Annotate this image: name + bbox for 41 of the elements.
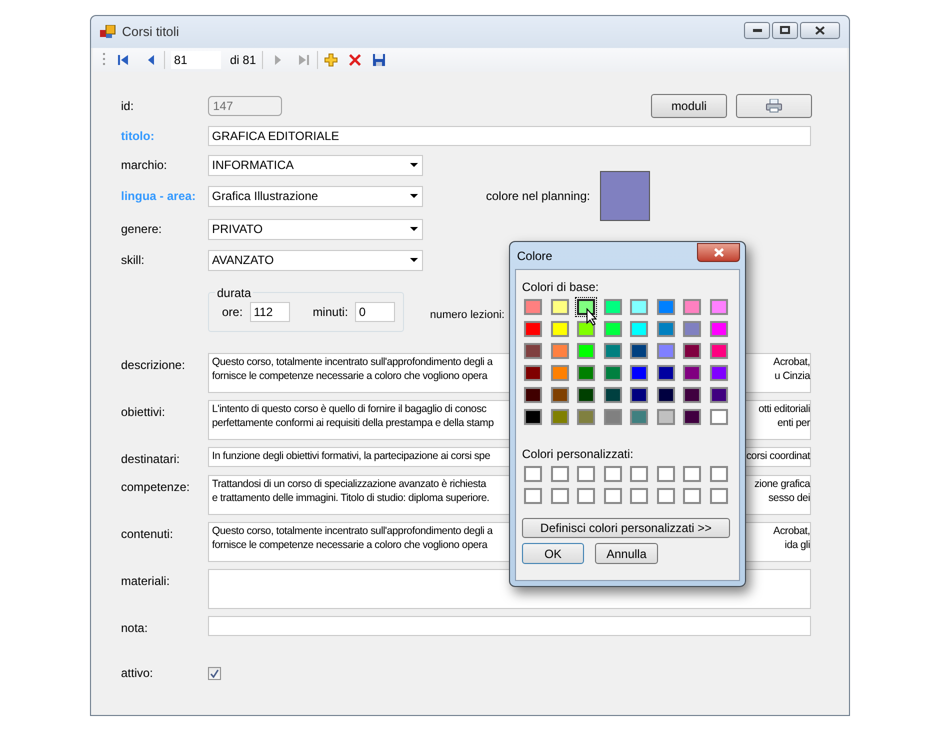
field-label: obiettivi: — [121, 404, 166, 421]
record-count: di 81 — [230, 52, 256, 69]
text-line: Trattandosi di un corso di specializzazione avanzato è richiesta — [212, 477, 486, 491]
field-label: colore nel planning: — [486, 188, 590, 204]
text-line: Acrobat, — [773, 524, 810, 538]
field-label: lingua - area: — [121, 188, 197, 205]
text-line: corsi coordinat — [746, 449, 810, 463]
text-line: Questo corso, totalmente incentrato sull'approfondimento degli a — [212, 524, 492, 538]
text-line: ida gli — [784, 538, 810, 552]
field-label: descrizione: — [121, 357, 186, 374]
field-label: nota: — [121, 620, 149, 637]
text-line: Questo corso, totalmente incentrato sull'approfondimento degli a — [212, 355, 492, 369]
field-label: skill: — [121, 252, 146, 269]
field-label: competenze: — [121, 479, 191, 496]
field-label: materiali: — [121, 573, 171, 590]
text-line: e trattamento delle immagini. Titolo di studio: diploma superiore. — [212, 491, 490, 505]
field-label: ore: — [222, 304, 243, 321]
field-label: numero lezioni: — [430, 308, 505, 323]
field-label: genere: — [121, 221, 163, 238]
window-title: Corsi titoli — [122, 23, 180, 42]
field-label: minuti: — [312, 304, 348, 321]
text-line: zione grafica — [754, 477, 810, 491]
text-line: fornisce le competenze necessarie a coloro che vogliono opera — [212, 369, 488, 383]
text-line: fornisce le competenze necessarie a coloro che vogliono opera — [212, 538, 488, 552]
text-line: perfettamente conformi ai requisiti della prestampa e della stamp — [212, 416, 494, 430]
field-label: contenuti: — [121, 526, 174, 543]
text-line: u Cinzia — [774, 369, 810, 383]
field-label: titolo: — [121, 128, 156, 145]
section-label: Colori di base: — [522, 280, 599, 294]
text-line: sesso dei — [768, 491, 810, 505]
section-label: Colori personalizzati: — [522, 446, 634, 463]
field-label: attivo: — [121, 665, 154, 682]
field-label: destinatari: — [121, 451, 181, 468]
field-label: id: — [121, 98, 135, 115]
field-label: marchio: — [121, 157, 168, 174]
text-line: Acrobat, — [773, 355, 810, 369]
text-line: enti per — [777, 416, 810, 430]
text-line: otti editoriali — [758, 402, 810, 416]
text-line: In funzione degli obiettivi formativi, la partecipazione ai corsi spe — [212, 449, 490, 463]
dialog-title: Colore — [517, 248, 552, 264]
text-line: L'intento di questo corso è quello di fornire il bagaglio di conosc — [212, 402, 486, 416]
